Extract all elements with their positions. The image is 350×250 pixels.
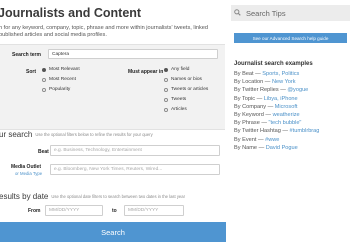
example-separator: —	[263, 79, 272, 86]
radio-icon[interactable]	[42, 77, 46, 82]
sort-option[interactable]: Popularity	[42, 87, 70, 92]
media-type-link[interactable]: or Media Type	[15, 171, 42, 176]
page-title: Journalists and Content	[0, 6, 142, 20]
example-separator: —	[256, 136, 266, 143]
example-separator: —	[263, 112, 273, 118]
search-icon	[234, 8, 244, 18]
example-key: By Twitter Replies	[234, 87, 279, 94]
example-item: By Event — #wwe	[234, 137, 279, 143]
beat-label: Beat	[38, 149, 49, 155]
example-item: By Topic — Libya, iPhone	[234, 96, 298, 102]
beat-input[interactable]: e.g. Business, Technology, Entertainment	[50, 145, 220, 156]
appear-option-label: Any field	[171, 67, 190, 72]
example-value-link[interactable]: David Pogue	[266, 145, 298, 151]
example-item: By Phrase — "tech bubble"	[234, 120, 301, 126]
example-item: By Location — New York	[234, 79, 296, 85]
example-key: By Phrase	[234, 120, 260, 127]
sort-option[interactable]: Most Relevant	[42, 67, 80, 72]
appear-option-label: Tweets	[171, 97, 187, 102]
example-key: By Location	[234, 79, 264, 86]
search-button[interactable]: Search	[0, 222, 226, 242]
refine-section-title: ur search Use the optional filters below …	[0, 130, 153, 139]
example-separator: —	[259, 120, 269, 127]
example-separator: —	[257, 144, 266, 151]
appear-option[interactable]: Articles	[164, 107, 187, 112]
example-value-link[interactable]: Sports, Politics	[262, 71, 299, 77]
sort-option-label: Most Recent	[49, 77, 76, 82]
example-key: By Beat	[234, 71, 254, 77]
from-label: From	[28, 208, 41, 214]
example-value-link[interactable]: @yogue	[287, 87, 308, 93]
search-main-panel: Journalists and Content h for any keywor…	[0, 0, 226, 250]
from-date-input[interactable]: MM/DD/YYYY	[45, 205, 103, 216]
appear-option-label: Names or bios	[171, 77, 202, 82]
radio-icon[interactable]	[164, 97, 168, 102]
date-title-text: esults by date	[0, 192, 49, 201]
date-hint: Use the optional date filters to search …	[51, 194, 185, 200]
example-separator: —	[253, 71, 263, 77]
example-key: By Company	[234, 103, 267, 110]
to-label: to	[112, 208, 117, 214]
sort-label: Sort	[26, 69, 36, 75]
appear-option[interactable]: Tweets or articles	[164, 87, 208, 92]
sort-option-label: Popularity	[49, 87, 71, 92]
search-tips-title: Search Tips	[246, 8, 286, 18]
appear-option[interactable]: Any field	[164, 67, 189, 72]
example-item: By Name — David Pogue	[234, 145, 298, 151]
radio-icon[interactable]	[42, 87, 46, 92]
example-key: By Twitter Hashtag	[234, 128, 281, 135]
appear-option-label: Articles	[171, 107, 187, 112]
example-item: By Twitter Replies — @yogue	[234, 87, 308, 93]
appear-option[interactable]: Names or bios	[164, 77, 202, 82]
example-value-link[interactable]: Microsoft	[275, 104, 298, 110]
example-item: By Keyword — weatherize	[234, 112, 300, 118]
example-value-link[interactable]: Libya, iPhone	[264, 96, 298, 102]
sort-option[interactable]: Most Recent	[42, 77, 76, 82]
appear-option-label: Tweets or articles	[171, 87, 209, 92]
examples-title: Journalist search examples	[234, 61, 313, 67]
example-value-link[interactable]: #wwe	[265, 137, 279, 143]
refine-title-text: ur search	[0, 130, 33, 139]
radio-icon[interactable]	[42, 67, 46, 72]
example-key: By Keyword	[234, 112, 264, 118]
example-separator: —	[255, 95, 264, 102]
to-date-input[interactable]: MM/DD/YYYY	[124, 205, 184, 216]
search-term-input[interactable]: Captera	[48, 49, 218, 59]
radio-icon[interactable]	[164, 77, 168, 82]
must-appear-label: Must appear in	[128, 69, 164, 75]
radio-icon[interactable]	[164, 67, 168, 72]
example-separator: —	[280, 128, 290, 135]
example-value-link[interactable]: weatherize	[273, 112, 300, 118]
example-separator: —	[266, 103, 275, 110]
example-value-link[interactable]: New York	[272, 79, 296, 85]
example-item: By Beat — Sports, Politics	[234, 71, 299, 77]
appear-option[interactable]: Tweets	[164, 97, 186, 102]
radio-icon[interactable]	[164, 87, 168, 92]
refine-hint: Use the optional filters below to refine…	[35, 132, 153, 138]
page-intro: h for any keyword, company, topic, phras…	[0, 25, 208, 38]
media-outlet-input[interactable]: e.g. Bloomberg, New York Times, Reuters,…	[50, 164, 220, 175]
example-key: By Event	[234, 136, 257, 143]
radio-icon[interactable]	[164, 107, 168, 112]
example-value-link[interactable]: #tumblrbrag	[290, 128, 320, 134]
example-value-link[interactable]: "tech bubble"	[269, 120, 302, 126]
example-item: By Twitter Hashtag — #tumblrbrag	[234, 128, 319, 134]
media-outlet-label: Media Outlet	[11, 164, 42, 170]
search-term-label: Search term	[12, 52, 41, 58]
date-section-title: esults by date Use the optional date filt…	[0, 192, 185, 201]
example-key: By Topic	[234, 95, 256, 102]
example-item: By Company — Microsoft	[234, 104, 297, 110]
sort-option-label: Most Relevant	[49, 67, 80, 72]
search-options-box: Search term Captera Sort Most Relevant Mo…	[0, 44, 225, 130]
example-key: By Name	[234, 144, 258, 151]
search-tips-header: Search Tips	[231, 5, 350, 21]
help-guide-button[interactable]: See our Advanced Search help guide	[234, 33, 347, 43]
